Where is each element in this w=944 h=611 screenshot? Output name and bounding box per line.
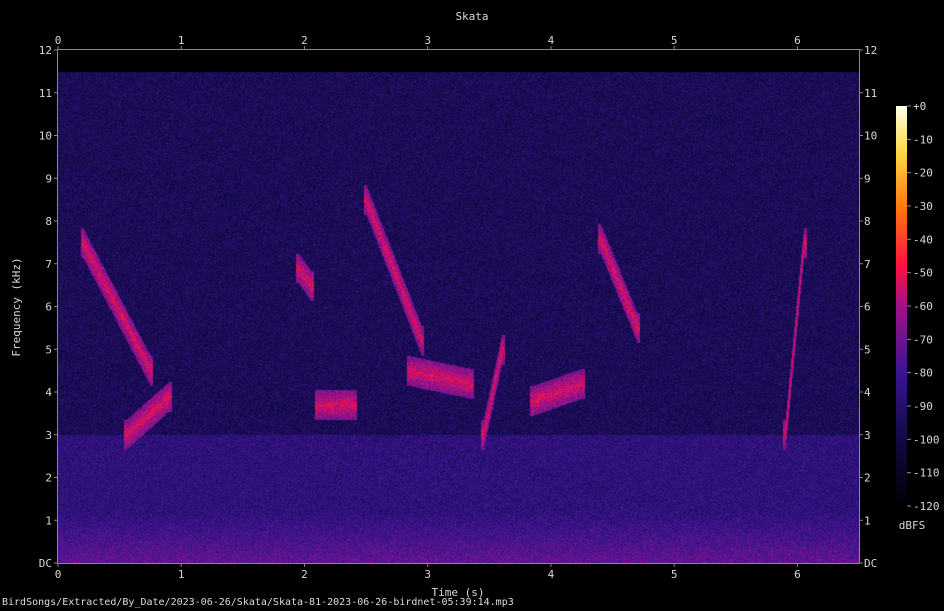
x-tick-label-bottom: 1	[178, 568, 185, 581]
colorbar	[896, 106, 907, 506]
colorbar-tick-label: -100	[913, 433, 940, 446]
y-tick-label-right: 9	[864, 172, 871, 185]
y-tick-label-right: 6	[864, 301, 871, 314]
y-axis-label: Frequency (kHz)	[10, 257, 23, 356]
x-tick-label-bottom: 6	[794, 568, 801, 581]
colorbar-ticks: +0 -10 -20 -30 -40 -50 -60 -70 -80 -90 -100 -110 -12…	[907, 100, 940, 513]
y-tick-label-left: 9	[45, 172, 52, 185]
colorbar-tick-label: -10	[913, 133, 933, 146]
y-tick-label-left: 7	[45, 258, 52, 271]
y-tick-label-right: 8	[864, 215, 871, 228]
y-tick-label-left: 12	[39, 44, 52, 57]
colorbar-tick-label: -30	[913, 200, 933, 213]
colorbar-tick-label: -70	[913, 333, 933, 346]
y-tick-label-left: 3	[45, 429, 52, 442]
x-tick-label-top: 4	[548, 34, 555, 47]
y-tick-label-right: 10	[864, 130, 877, 143]
y-tick-label-right: 4	[864, 386, 871, 399]
y-tick-label-left: DC	[39, 557, 52, 570]
colorbar-tick-label: -80	[913, 367, 933, 380]
x-tick-label-bottom: 5	[671, 568, 678, 581]
spectrogram-chart: Skata 00112233445566DC DC1 12 23 34 45 56 67 78 8…	[10, 10, 940, 599]
y-tick-label-left: 2	[45, 472, 52, 485]
y-tick-label-left: 11	[39, 87, 52, 100]
y-tick-label-right: 1	[864, 514, 871, 527]
colorbar-tick-label: -50	[913, 267, 933, 280]
x-tick-label-top: 1	[178, 34, 185, 47]
y-tick-label-left: 1	[45, 514, 52, 527]
x-tick-label-bottom: 4	[548, 568, 555, 581]
y-tick-label-right: 5	[864, 343, 871, 356]
x-tick-label-top: 6	[794, 34, 801, 47]
y-tick-label-right: 11	[864, 87, 877, 100]
y-tick-label-right: 3	[864, 429, 871, 442]
colorbar-tick-label: -110	[913, 467, 940, 480]
x-tick-label-top: 2	[301, 34, 308, 47]
x-tick-label-top: 5	[671, 34, 678, 47]
colorbar-tick-label: -60	[913, 300, 933, 313]
y-tick-label-left: 10	[39, 130, 52, 143]
colorbar-tick-label: +0	[913, 100, 926, 113]
spectrogram-heatmap	[58, 50, 859, 563]
y-tick-label-left: 5	[45, 343, 52, 356]
colorbar-tick-label: -40	[913, 233, 933, 246]
y-tick-label-left: 8	[45, 215, 52, 228]
colorbar-tick-label: -90	[913, 400, 933, 413]
x-tick-label-bottom: 0	[55, 568, 62, 581]
colorbar-tick-label: -120	[913, 500, 940, 513]
colorbar-label: dBFS	[899, 519, 926, 532]
file-path-caption: BirdSongs/Extracted/By_Date/2023-06-26/S…	[2, 597, 514, 608]
x-tick-label-top: 3	[424, 34, 431, 47]
x-tick-label-bottom: 3	[424, 568, 431, 581]
y-tick-label-left: 6	[45, 301, 52, 314]
y-tick-label-right: 12	[864, 44, 877, 57]
y-tick-label-right: DC	[864, 557, 877, 570]
x-tick-label-bottom: 2	[301, 568, 308, 581]
y-tick-label-left: 4	[45, 386, 52, 399]
y-tick-label-right: 7	[864, 258, 871, 271]
y-tick-label-right: 2	[864, 472, 871, 485]
spectrogram-canvas-wrap	[58, 50, 859, 563]
colorbar-tick-label: -20	[913, 167, 933, 180]
chart-title: Skata	[455, 10, 488, 23]
x-tick-label-top: 0	[55, 34, 62, 47]
